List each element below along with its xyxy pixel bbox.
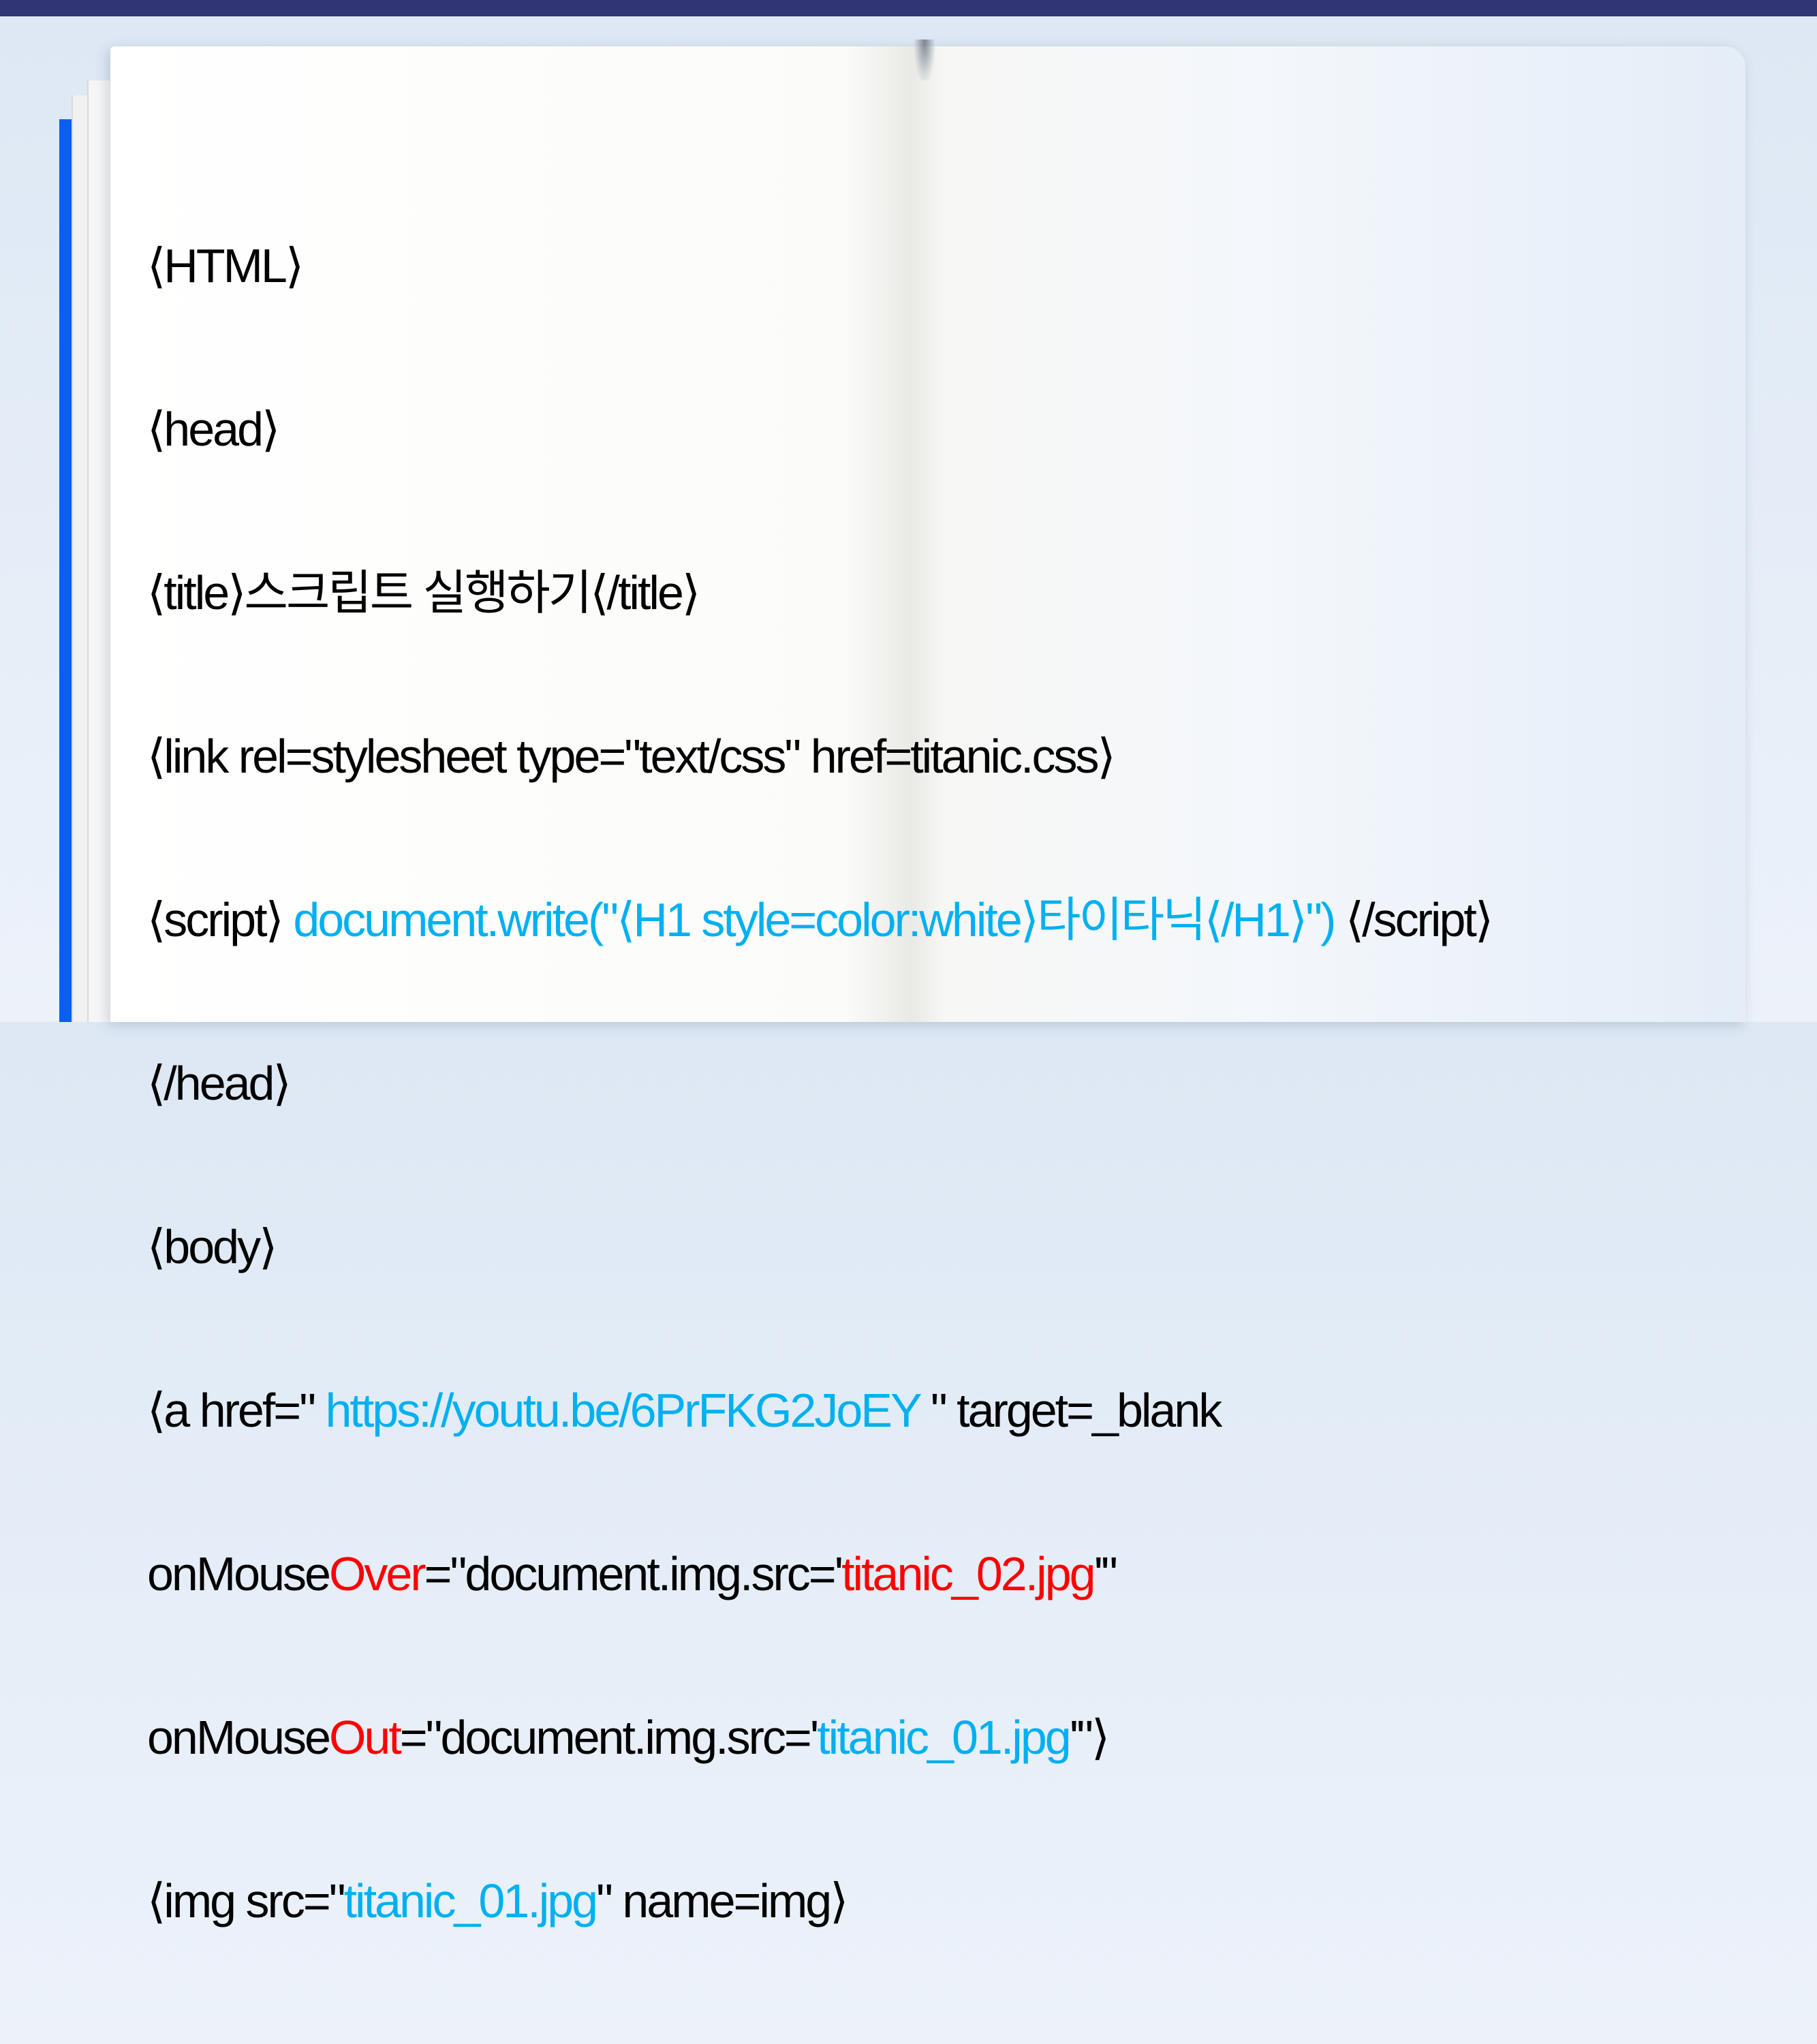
code-listing: ⟨HTML⟩ ⟨head⟩ ⟨title⟩스크립트 실행하기⟨/title⟩ ⟨… xyxy=(147,129,1493,2044)
code-token: '"⟩ xyxy=(1069,1711,1111,1764)
code-token: titanic_01.jpg xyxy=(343,1874,599,1927)
code-token: titanic_02.jpg xyxy=(841,1547,1096,1600)
code-line: onMouseOut="document.img.src='titanic_01… xyxy=(147,1710,1491,1765)
code-token: '" xyxy=(1093,1547,1118,1600)
book-spine xyxy=(914,40,935,80)
code-line: onMouseOver="document.img.src='titanic_0… xyxy=(147,1547,1491,1601)
code-token: titanic_01.jpg xyxy=(817,1711,1072,1764)
code-line: ⟨head⟩ xyxy=(147,403,280,456)
youtube-link[interactable]: https://youtu.be/6PrFKG2JoEY xyxy=(325,1384,921,1437)
code-token: onMouse xyxy=(147,1711,331,1764)
code-token: Out xyxy=(328,1711,402,1764)
code-token: ⟨img src=" xyxy=(147,1874,346,1927)
code-line: ⟨title⟩스크립트 실행하기⟨/title⟩ xyxy=(147,566,700,619)
code-line: ⟨img src="titanic_01.jpg" name=img⟩ xyxy=(147,1874,1491,1928)
accent-strip xyxy=(59,119,72,1022)
code-token: ⟨a href=" xyxy=(147,1384,326,1437)
code-token: ="document.img.src=' xyxy=(399,1711,819,1764)
code-token: " target=_blank xyxy=(919,1384,1222,1437)
top-bar xyxy=(0,0,1817,16)
code-token: ⟨script⟩ xyxy=(147,893,294,946)
code-line: ⟨/head⟩ xyxy=(147,1057,292,1110)
code-token: ="document.img.src=' xyxy=(424,1547,843,1600)
code-token: document.write("⟨H1 style=color:white⟩타이… xyxy=(293,893,1336,946)
code-line: ⟨/a⟩⟨br⟩ xyxy=(147,2037,1491,2044)
code-line: ⟨a href=" https://youtu.be/6PrFKG2JoEY "… xyxy=(147,1383,1491,1438)
code-line: ⟨HTML⟩ xyxy=(147,239,304,292)
code-token: Over xyxy=(328,1547,426,1600)
code-token: " name=img⟩ xyxy=(596,1874,848,1927)
code-token: ⟨/script⟩ xyxy=(1334,893,1493,946)
code-line: ⟨script⟩ document.write("⟨H1 style=color… xyxy=(147,893,1493,947)
code-token: onMouse xyxy=(147,1547,331,1600)
code-line: ⟨link rel=stylesheet type="text/css" hre… xyxy=(147,730,1116,783)
code-line: ⟨body⟩ xyxy=(147,1220,277,1273)
